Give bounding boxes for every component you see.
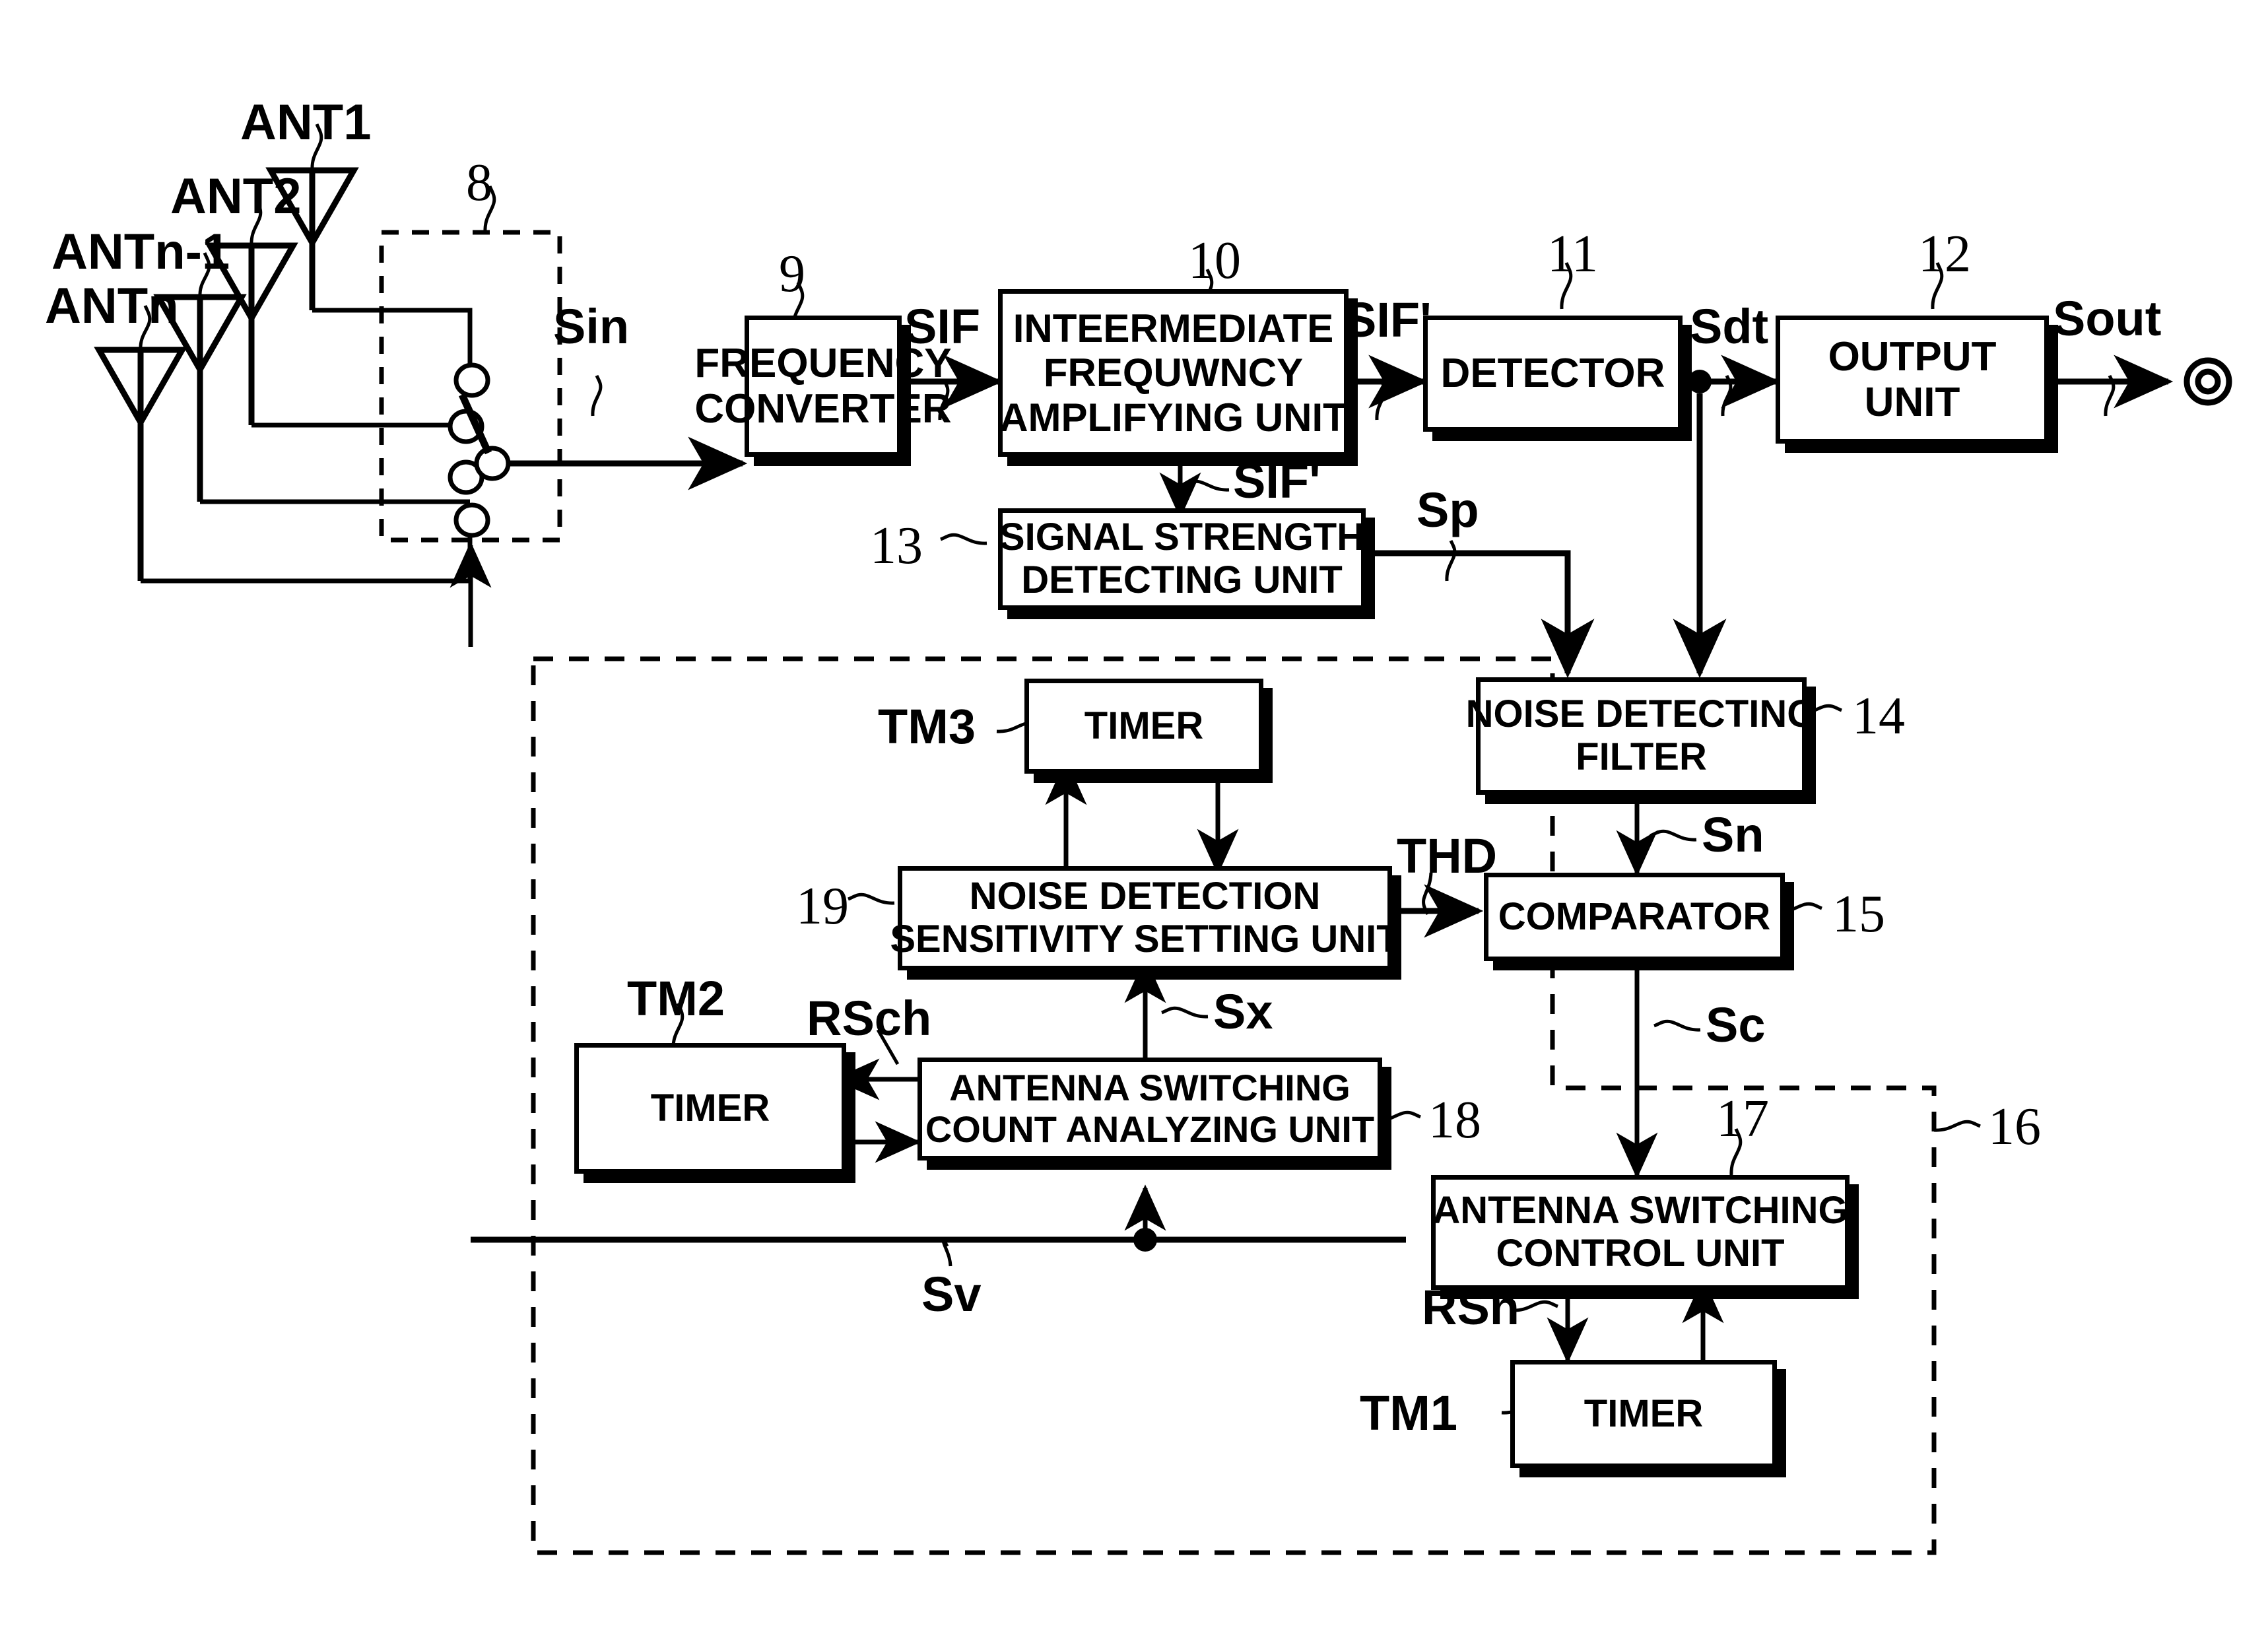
ref-number-15: 15 <box>1832 885 1885 943</box>
block-line: TIMER <box>650 1086 770 1129</box>
block-line: OUTPUT <box>1828 333 1997 380</box>
signal-label-sn: Sn <box>1702 807 1764 862</box>
block-line: UNIT <box>1864 380 1960 425</box>
signal-label-sin: Sin <box>553 299 630 354</box>
block-line: TIMER <box>1084 704 1204 747</box>
block-line: NOISE DETECTING <box>1465 692 1817 736</box>
block-line: COMPARATOR <box>1498 894 1771 938</box>
ref-number-tm2: TM2 <box>627 971 725 1026</box>
block-timer-tm2[interactable]: TIMER <box>574 1043 846 1174</box>
switch-contacts <box>448 362 511 538</box>
signal-label-sif-prime-top: SIF' <box>1344 292 1432 347</box>
block-line: SENSITIVITY SETTING UNIT <box>890 918 1400 960</box>
ref-number-9: 9 <box>779 245 805 303</box>
signal-label-sdt: Sdt <box>1690 299 1769 354</box>
block-line: SIGNAL STRENGTH <box>999 516 1365 559</box>
signal-label-sp: Sp <box>1417 483 1479 537</box>
block-if-amplifier[interactable]: INTEERMEDIATE FREQUWNCY AMPLIFYING UNIT <box>998 289 1349 457</box>
block-line: ANTENNA SWITCHING <box>1432 1189 1848 1232</box>
block-detector[interactable]: DETECTOR <box>1423 316 1683 432</box>
wire-sp <box>1356 550 1595 679</box>
block-line: FREQUWNCY <box>1043 351 1304 395</box>
ref-number-13: 13 <box>870 517 923 575</box>
ref-number-10: 10 <box>1188 232 1241 290</box>
block-line: COUNT ANALYZING UNIT <box>925 1108 1375 1150</box>
block-line: DETECTING UNIT <box>1021 558 1343 601</box>
antenna-label-ant2: ANT2 <box>170 168 302 224</box>
signal-label-thd: THD <box>1397 828 1498 883</box>
ref-number-16: 16 <box>1988 1098 2041 1156</box>
block-antenna-switching-count-analyzing-unit[interactable]: ANTENNA SWITCHING COUNT ANALYZING UNIT <box>917 1058 1382 1161</box>
antenna-label-antn: ANTn <box>45 278 179 334</box>
block-comparator[interactable]: COMPARATOR <box>1484 873 1785 961</box>
output-terminal-inner <box>2195 368 2221 395</box>
block-line: FREQUENCY <box>694 340 952 386</box>
antenna-label-antn1: ANTn-1 <box>51 224 230 280</box>
signal-label-sif-prime-down: SIF' <box>1233 454 1321 508</box>
ref-number-8: 8 <box>466 154 492 212</box>
block-line: CONTROL UNIT <box>1496 1232 1785 1275</box>
ref-number-14: 14 <box>1852 687 1905 745</box>
junction-dot-sv <box>1133 1228 1157 1252</box>
block-line: ANTENNA SWITCHING <box>949 1067 1351 1109</box>
leader-16 <box>1933 1120 1981 1132</box>
block-frequency-converter[interactable]: FREQUENCY CONVERTER <box>694 316 952 457</box>
block-timer-tm1[interactable]: TIMER <box>1510 1360 1777 1468</box>
block-signal-strength-detecting-unit[interactable]: SIGNAL STRENGTH DETECTING UNIT <box>998 508 1366 610</box>
ref-number-tm1: TM1 <box>1360 1386 1457 1440</box>
antenna-symbol-antn <box>94 347 187 581</box>
signal-label-sc: Sc <box>1706 997 1766 1052</box>
antenna-label-ant1: ANT1 <box>240 94 372 151</box>
ref-number-tm3: TM3 <box>878 699 976 754</box>
ref-number-11: 11 <box>1547 225 1599 283</box>
ref-number-12: 12 <box>1918 225 1971 283</box>
block-line: NOISE DETECTION <box>969 875 1321 918</box>
signal-label-sv: Sv <box>921 1267 982 1322</box>
block-noise-detection-sensitivity-setting-unit[interactable]: NOISE DETECTION SENSITIVITY SETTING UNIT <box>890 866 1400 970</box>
junction-dot-sdt <box>1688 370 1712 393</box>
signal-label-rsch: RSch <box>807 991 932 1046</box>
block-line: AMPLIFYING UNIT <box>999 395 1347 440</box>
signal-label-sx: Sx <box>1213 984 1273 1039</box>
block-antenna-switching-control-unit[interactable]: ANTENNA SWITCHING CONTROL UNIT <box>1431 1175 1850 1290</box>
block-line: INTEERMEDIATE <box>1013 306 1334 351</box>
ref-number-17: 17 <box>1716 1090 1769 1148</box>
block-timer-tm3[interactable]: TIMER <box>1024 679 1263 774</box>
block-noise-detecting-filter[interactable]: NOISE DETECTING FILTER <box>1466 677 1817 795</box>
block-line: CONVERTER <box>694 386 952 432</box>
block-line: FILTER <box>1576 735 1707 778</box>
ref-number-19: 19 <box>796 877 849 935</box>
patent-figure-canvas: ANT1 ANT2 ANTn-1 ANTn 8 9 10 11 12 13 14… <box>0 0 2268 1649</box>
block-output-unit[interactable]: OUTPUT UNIT <box>1776 316 2049 444</box>
ref-number-18: 18 <box>1428 1091 1481 1149</box>
signal-label-sout: Sout <box>2053 291 2162 346</box>
block-line: DETECTOR <box>1440 351 1665 397</box>
block-line: TIMER <box>1584 1392 1704 1435</box>
